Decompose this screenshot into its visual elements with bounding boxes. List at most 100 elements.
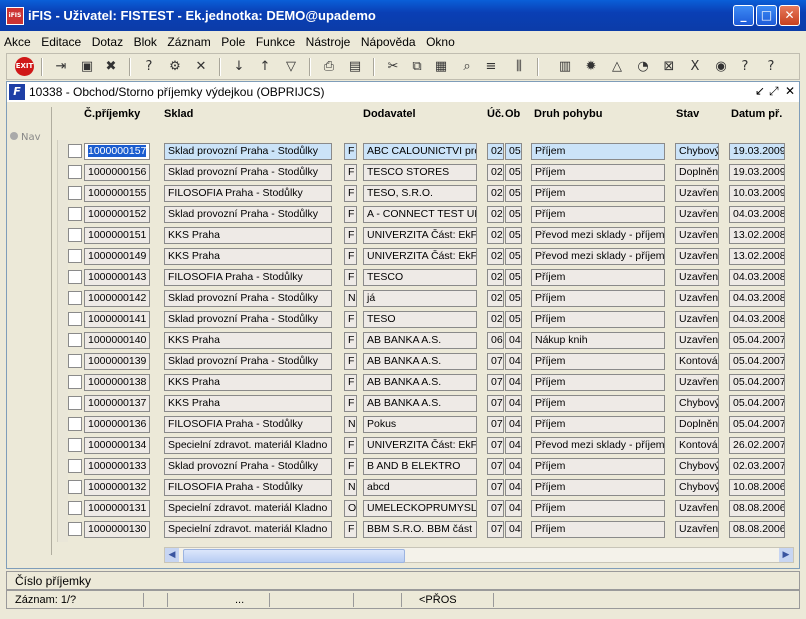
cell-stav[interactable]: Chybový	[675, 143, 719, 160]
cell-uc[interactable]: 06	[487, 332, 504, 349]
row-checkbox[interactable]	[68, 270, 82, 284]
cell-typ[interactable]: F	[344, 164, 357, 181]
cell-druh[interactable]: Příjem	[531, 206, 665, 223]
cell-datum[interactable]: 04.03.2008	[729, 290, 785, 307]
cell-dodavatel[interactable]: A - CONNECT TEST UN	[363, 206, 477, 223]
sort-asc-icon[interactable]: ↓	[229, 57, 249, 77]
cell-typ[interactable]: F	[344, 332, 357, 349]
cell-typ[interactable]: N	[344, 479, 357, 496]
cell-stav[interactable]: Uzavřen	[675, 332, 719, 349]
chart-icon[interactable]: △	[607, 57, 627, 77]
cell-druh[interactable]: Příjem	[531, 164, 665, 181]
cell-stav[interactable]: Uzavřen	[675, 269, 719, 286]
cell-stav[interactable]: Doplněn	[675, 416, 719, 433]
cell-ob[interactable]: 04	[505, 416, 522, 433]
cell-druh[interactable]: Převod mezi sklady - příjem	[531, 437, 665, 454]
cell-datum[interactable]: 05.04.2007	[729, 353, 785, 370]
cell-uc[interactable]: 07	[487, 416, 504, 433]
cell-sklad[interactable]: Specielní zdravot. materiál Kladno	[164, 521, 332, 538]
cell-uc[interactable]: 02	[487, 227, 504, 244]
cell-druh[interactable]: Příjem	[531, 458, 665, 475]
cell-uc[interactable]: 07	[487, 374, 504, 391]
menu-funkce[interactable]: Funkce	[252, 31, 298, 49]
cell-druh[interactable]: Příjem	[531, 416, 665, 433]
table-row[interactable]: 1000000156 Sklad provozní Praha - Stodůlk…	[7, 163, 799, 184]
save-icon[interactable]: ▣	[77, 57, 97, 77]
cell-typ[interactable]: F	[344, 227, 357, 244]
cell-ob[interactable]: 04	[505, 500, 522, 517]
cell-dodavatel[interactable]: já	[363, 290, 477, 307]
menu-napoveda[interactable]: Nápověda	[357, 31, 419, 49]
cell-dodavatel[interactable]: ABC CALOUNICTVI pro	[363, 143, 477, 160]
clock-icon[interactable]: ◔	[633, 57, 653, 77]
cell-dodavatel[interactable]: TESCO STORES	[363, 164, 477, 181]
cell-druh[interactable]: Převod mezi sklady - příjem	[531, 227, 665, 244]
cell-datum[interactable]: 13.02.2008	[729, 248, 785, 265]
cell-typ[interactable]: F	[344, 437, 357, 454]
cell-cislo[interactable]: 1000000141	[84, 311, 150, 328]
row-checkbox[interactable]	[68, 417, 82, 431]
table-row[interactable]: 1000000132 FILOSOFIA Praha - Stodůlky Nabc…	[7, 478, 799, 499]
execute-query-icon[interactable]: ⚙	[165, 57, 185, 77]
cell-uc[interactable]: 07	[487, 479, 504, 496]
cell-sklad[interactable]: Sklad provozní Praha - Stodůlky	[164, 311, 332, 328]
cell-ob[interactable]: 04	[505, 521, 522, 538]
table-row[interactable]: 1000000137 KKS Praha F AB BANKA A.S. 07 04 Pří…	[7, 394, 799, 415]
cell-ob[interactable]: 05	[505, 290, 522, 307]
cell-dodavatel[interactable]: Pokus	[363, 416, 477, 433]
print-icon[interactable]: ⎙	[319, 57, 339, 77]
table-row[interactable]: 1000000140 KKS Praha F AB BANKA A.S. 06 04 Nák…	[7, 331, 799, 352]
minimize-button[interactable]: _	[733, 5, 754, 26]
cell-uc[interactable]: 07	[487, 500, 504, 517]
form-restore-button[interactable]: ↙	[755, 84, 765, 98]
find-icon[interactable]: ⌕	[457, 57, 477, 77]
cell-uc[interactable]: 02	[487, 290, 504, 307]
cell-sklad[interactable]: KKS Praha	[164, 248, 332, 265]
menu-dotaz[interactable]: Dotaz	[88, 31, 126, 49]
cell-uc[interactable]: 07	[487, 521, 504, 538]
cell-cislo[interactable]: 1000000130	[84, 521, 150, 538]
table-row[interactable]: 1000000133 Sklad provozní Praha - Stodůlk…	[7, 457, 799, 478]
cell-stav[interactable]: Kontová	[675, 437, 719, 454]
menu-pole[interactable]: Pole	[217, 31, 248, 49]
cell-stav[interactable]: Chybový	[675, 395, 719, 412]
menu-blok[interactable]: Blok	[130, 31, 160, 49]
cell-datum[interactable]: 10.08.2006	[729, 479, 785, 496]
cell-cislo[interactable]: 1000000155	[84, 185, 150, 202]
cell-stav[interactable]: Kontová	[675, 353, 719, 370]
menu-zaznam[interactable]: Záznam	[163, 31, 213, 49]
cell-sklad[interactable]: FILOSOFIA Praha - Stodůlky	[164, 479, 332, 496]
cell-stav[interactable]: Uzavřen	[675, 185, 719, 202]
horizontal-scrollbar[interactable]: ◀ ▶	[164, 547, 794, 563]
close-button[interactable]: ✕	[779, 5, 800, 26]
cell-stav[interactable]: Uzavřen	[675, 374, 719, 391]
cell-dodavatel[interactable]: UNIVERZITA Část: EkF	[363, 248, 477, 265]
cell-druh[interactable]: Příjem	[531, 374, 665, 391]
row-checkbox[interactable]	[68, 165, 82, 179]
cell-cislo[interactable]: 1000000137	[84, 395, 150, 412]
list-icon[interactable]: ≡	[481, 57, 501, 77]
table-row[interactable]: 1000000131 Specielní zdravot. materiál Kl…	[7, 499, 799, 520]
print-preview-icon[interactable]: ▤	[345, 57, 365, 77]
cell-sklad[interactable]: KKS Praha	[164, 374, 332, 391]
cell-datum[interactable]: 02.03.2007	[729, 458, 785, 475]
delete-icon[interactable]: ✖	[101, 57, 121, 77]
copy-icon[interactable]: ⧉	[407, 57, 427, 77]
cell-druh[interactable]: Příjem	[531, 395, 665, 412]
export-icon[interactable]: ◉	[711, 57, 731, 77]
cell-druh[interactable]: Převod mezi sklady - příjem	[531, 248, 665, 265]
row-checkbox[interactable]	[68, 312, 82, 326]
cell-ob[interactable]: 05	[505, 164, 522, 181]
cell-stav[interactable]: Uzavřen	[675, 500, 719, 517]
table-row[interactable]: 1000000142 Sklad provozní Praha - Stodůlk…	[7, 289, 799, 310]
cell-typ[interactable]: N	[344, 416, 357, 433]
excel-icon[interactable]: X	[685, 57, 705, 77]
cell-typ[interactable]: F	[344, 248, 357, 265]
cell-typ[interactable]: F	[344, 185, 357, 202]
menu-editace[interactable]: Editace	[37, 31, 84, 49]
table-row[interactable]: 1000000151 KKS Praha F UNIVERZITA Část: EkF…	[7, 226, 799, 247]
cell-typ[interactable]: O	[344, 500, 357, 517]
cell-ob[interactable]: 05	[505, 206, 522, 223]
cell-sklad[interactable]: Sklad provozní Praha - Stodůlky	[164, 290, 332, 307]
cell-typ[interactable]: F	[344, 353, 357, 370]
